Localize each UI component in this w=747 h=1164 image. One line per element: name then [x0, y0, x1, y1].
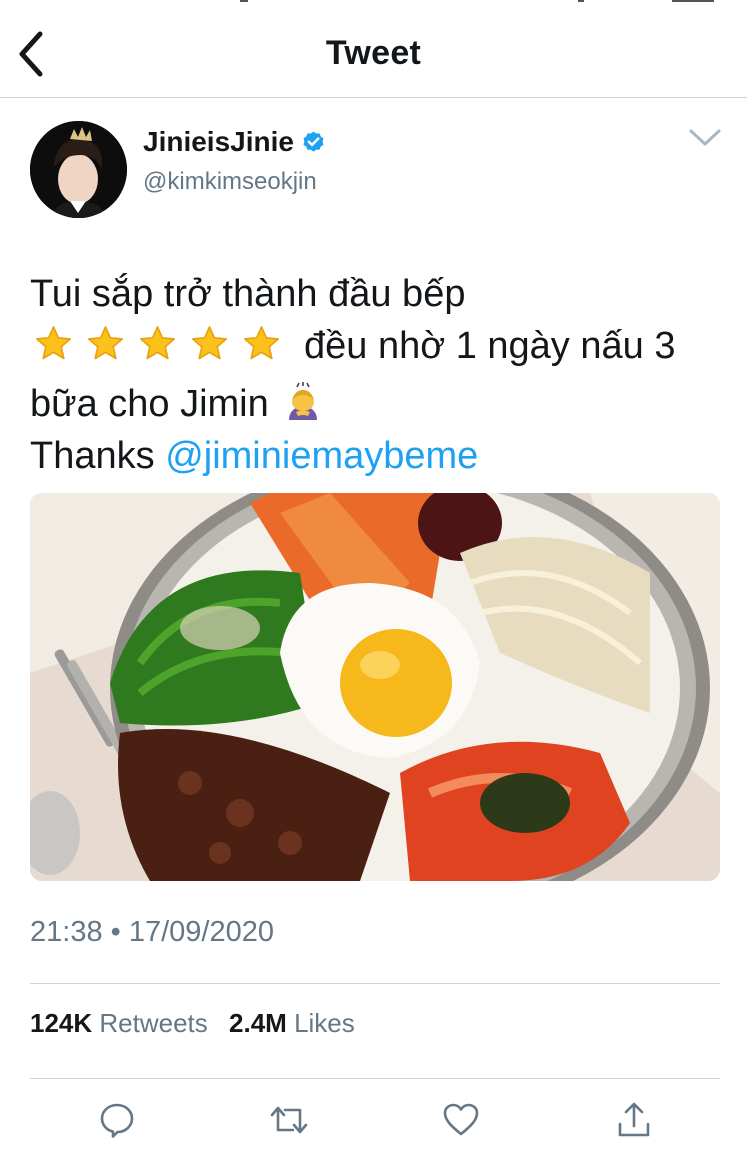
tweet-text-line: Tui sắp trở thành đầu bếp	[30, 273, 466, 315]
reply-icon	[100, 1103, 134, 1138]
star-emojis	[30, 324, 290, 378]
likes-label: Likes	[294, 1008, 355, 1038]
status-bar-edge	[0, 0, 747, 4]
verified-badge-icon	[303, 131, 324, 152]
star-emoji-icon	[140, 326, 176, 360]
navigation-header: Tweet	[0, 0, 747, 98]
tweet-text-line: Thanks	[30, 435, 155, 477]
star-emoji-icon	[36, 326, 71, 360]
tweet-timestamp[interactable]: 21:38 • 17/09/2020	[30, 916, 274, 949]
divider	[30, 983, 720, 984]
more-options-button[interactable]	[688, 126, 722, 150]
divider	[30, 1078, 720, 1079]
likes-count: 2.4M	[229, 1008, 287, 1038]
page-title: Tweet	[325, 34, 422, 72]
reply-button[interactable]	[97, 1100, 137, 1140]
retweets-count: 124K	[30, 1008, 93, 1038]
tweet-text-line: bữa cho Jimin	[30, 383, 269, 425]
share-button[interactable]	[614, 1100, 654, 1140]
tweet-action-bar	[0, 1100, 747, 1150]
author-handle[interactable]: @kimkimseokjin	[143, 168, 317, 196]
tweet-text: Tui sắp trở thành đầu bếp đều nhờ 1 ngày…	[30, 268, 730, 482]
star-emoji-icon	[88, 326, 123, 360]
bowing-person-emoji-icon	[289, 382, 318, 420]
tweet-text-line: đều nhờ 1 ngày nấu 3	[304, 325, 676, 367]
likes-stat[interactable]: 2.4M Likes	[229, 1008, 369, 1038]
share-icon	[618, 1102, 650, 1137]
avatar[interactable]	[30, 121, 127, 218]
like-button[interactable]	[441, 1100, 481, 1140]
mention-link[interactable]: @jiminiemaybeme	[165, 435, 478, 477]
tweet-photo[interactable]	[30, 493, 720, 881]
author-name[interactable]: JinieisJinie	[143, 126, 294, 158]
retweet-icon	[270, 1106, 308, 1134]
star-emoji-icon	[192, 326, 228, 360]
star-emoji-icon	[244, 326, 279, 360]
heart-icon	[443, 1103, 479, 1136]
retweet-button[interactable]	[269, 1100, 309, 1140]
retweets-stat[interactable]: 124K Retweets	[30, 1008, 229, 1038]
engagement-stats: 124K Retweets 2.4M Likes	[30, 1008, 369, 1039]
chevron-down-icon	[689, 129, 721, 146]
retweets-label: Retweets	[99, 1008, 208, 1038]
